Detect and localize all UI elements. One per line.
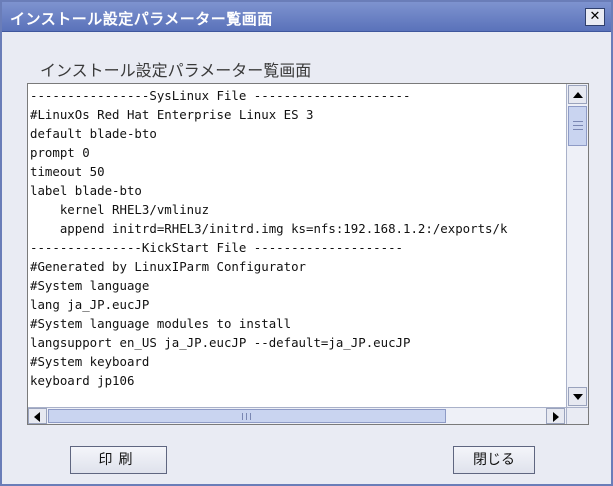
- vertical-scrollbar[interactable]: [566, 84, 588, 408]
- grip-line: [242, 413, 243, 420]
- arrow-down-icon: [573, 394, 583, 400]
- close-button[interactable]: 閉じる: [453, 446, 535, 474]
- grip-line: [246, 413, 247, 420]
- grip-line: [573, 125, 583, 126]
- text-content[interactable]: ----------------SysLinux File ----------…: [28, 84, 566, 408]
- vertical-scroll-thumb[interactable]: [568, 106, 587, 146]
- text-line: keyboard jp106: [30, 373, 135, 388]
- arrow-right-icon: [553, 412, 559, 422]
- text-line: langsupport en_US ja_JP.eucJP --default=…: [30, 335, 411, 350]
- title-bar[interactable]: インストール設定パラメーター覧画面 ✕: [2, 2, 611, 32]
- window-title: インストール設定パラメーター覧画面: [10, 10, 273, 28]
- grip-line: [250, 413, 251, 420]
- window-close-button[interactable]: ✕: [585, 8, 605, 26]
- text-line: timeout 50: [30, 164, 105, 179]
- text-line: lang ja_JP.eucJP: [30, 297, 150, 312]
- text-line: #System language modules to install: [30, 316, 292, 331]
- text-line: #System keyboard: [30, 354, 150, 369]
- horizontal-scrollbar[interactable]: [28, 407, 566, 424]
- text-line: #Generated by LinuxIParm Configurator: [30, 259, 307, 274]
- dialog-window: インストール設定パラメーター覧画面 ✕ インストール設定パラメーター覧画面 --…: [0, 0, 613, 486]
- text-line: kernel RHEL3/vmlinuz: [30, 202, 210, 217]
- text-line: ---------------KickStart File ----------…: [30, 240, 403, 255]
- scroll-down-button[interactable]: [568, 387, 587, 406]
- text-line: #System language: [30, 278, 150, 293]
- scroll-left-button[interactable]: [28, 408, 47, 424]
- close-icon: ✕: [589, 9, 601, 24]
- text-line: ----------------SysLinux File ----------…: [30, 88, 411, 103]
- scroll-up-button[interactable]: [568, 85, 587, 104]
- scroll-right-button[interactable]: [546, 408, 565, 424]
- text-line: append initrd=RHEL3/initrd.img ks=nfs:19…: [30, 221, 508, 236]
- horizontal-scroll-thumb[interactable]: [48, 409, 446, 423]
- grip-line: [573, 121, 583, 122]
- text-line: label blade-bto: [30, 183, 142, 198]
- arrow-left-icon: [34, 412, 40, 422]
- text-line: default blade-bto: [30, 126, 157, 141]
- grip-line: [573, 129, 583, 130]
- parameter-text-area[interactable]: ----------------SysLinux File ----------…: [27, 83, 589, 425]
- arrow-up-icon: [573, 92, 583, 98]
- scrollbar-corner: [566, 407, 588, 424]
- text-line: prompt 0: [30, 145, 90, 160]
- page-title: インストール設定パラメーター覧画面: [40, 61, 312, 80]
- text-line: #LinuxOs Red Hat Enterprise Linux ES 3: [30, 107, 314, 122]
- print-button[interactable]: 印刷: [70, 446, 167, 474]
